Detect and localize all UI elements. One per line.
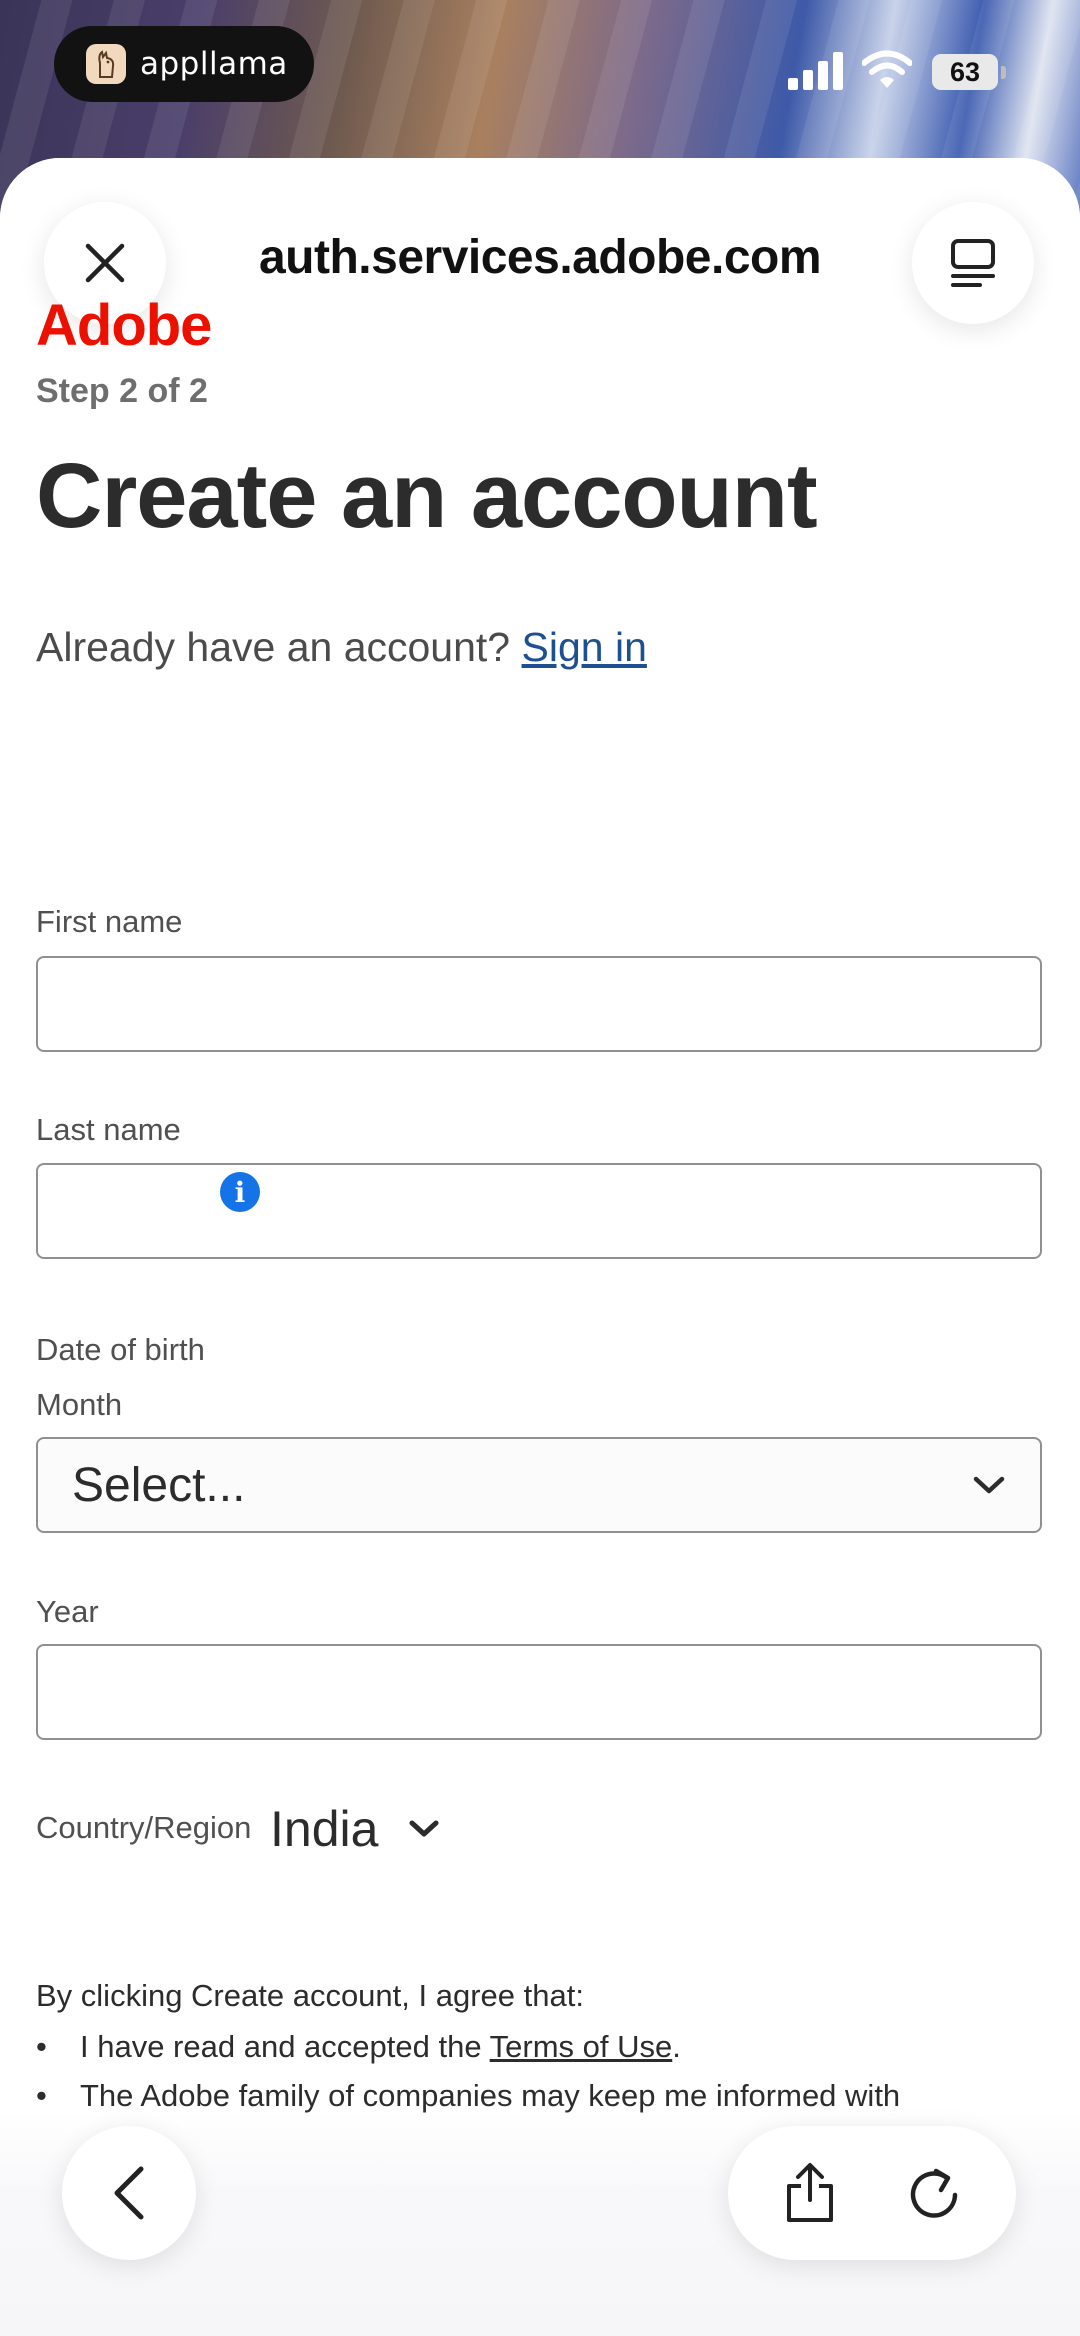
last-name-label: Last name [36,1112,181,1147]
month-select-value: Select... [72,1458,246,1512]
already-text: Already have an account? [36,624,511,670]
close-icon [85,243,125,283]
sign-in-link[interactable]: Sign in [522,624,647,670]
reader-icon [951,239,995,287]
bullet-2-text: The Adobe family of companies may keep m… [80,2078,901,2113]
month-label: Month [36,1387,123,1422]
terms-bullet-1: • I have read and accepted the Terms of U… [36,2029,681,2065]
terms-bullet-2: • The Adobe family of companies may keep … [36,2078,900,2114]
step-indicator: Step 2 of 2 [36,372,208,410]
adobe-logo: Adobe [36,293,212,358]
back-button[interactable] [62,2126,196,2260]
year-input[interactable] [38,1646,1040,1738]
bullet-1-prefix: I have read and accepted the [80,2029,482,2064]
terms-of-use-link[interactable]: Terms of Use [490,2029,673,2064]
bullet-dot: • [36,2029,47,2064]
battery-indicator: 63 [932,54,998,90]
country-region-label: Country/Region [36,1810,252,1845]
reload-icon [910,2168,958,2218]
share-button[interactable] [765,2148,855,2238]
info-icon[interactable]: i [220,1172,260,1212]
first-name-field[interactable] [36,956,1042,1052]
back-icon [114,2166,144,2220]
chevron-down-icon [973,1476,1005,1494]
page-actions [728,2126,1016,2260]
year-label: Year [36,1594,99,1629]
url-label[interactable]: auth.services.adobe.com [180,230,900,285]
app-pill[interactable]: appllama [54,26,314,102]
share-icon [787,2163,833,2222]
bullet-dot: • [36,2078,47,2113]
first-name-label: First name [36,904,183,939]
last-name-field[interactable] [36,1163,1042,1259]
country-value: India [270,1801,379,1857]
battery-tip [1001,66,1006,79]
dob-label: Date of birth [36,1332,205,1367]
month-select[interactable]: Select... [36,1437,1042,1533]
reload-button[interactable] [889,2148,979,2238]
first-name-input[interactable] [38,958,1040,1050]
already-have-account: Already have an account? Sign in [36,624,647,671]
chevron-down-icon [409,1820,439,1837]
country-select[interactable]: India [270,1800,440,1858]
app-pill-label: appllama [140,46,288,82]
last-name-input[interactable] [38,1165,1040,1257]
llama-icon [86,44,126,84]
reader-button[interactable] [912,202,1034,324]
wifi-icon [862,50,912,88]
terms-intro: By clicking Create account, I agree that… [36,1978,584,2013]
page-title: Create an account [36,445,818,547]
bullet-1-suffix: . [672,2029,681,2064]
signal-icon [788,52,843,90]
year-field[interactable] [36,1644,1042,1740]
